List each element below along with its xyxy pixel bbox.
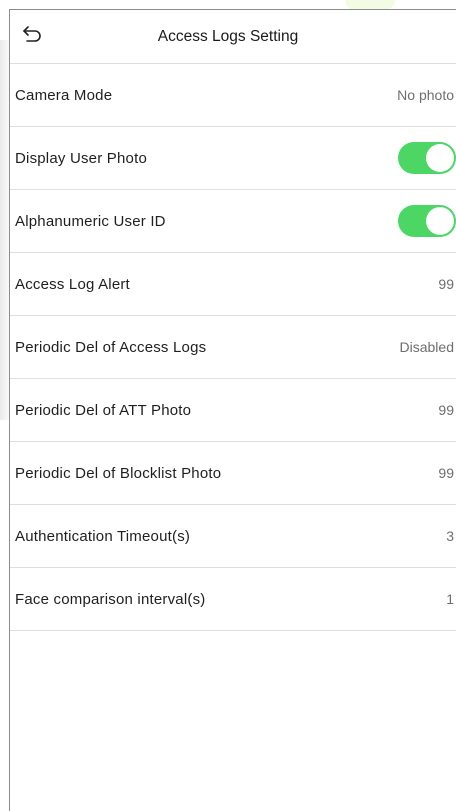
page-title: Access Logs Setting: [157, 28, 299, 45]
toggle-switch[interactable]: [398, 205, 456, 237]
setting-value: 1: [446, 591, 454, 607]
toggle-knob: [426, 207, 454, 235]
setting-row[interactable]: Periodic Del of Blocklist Photo 99: [10, 442, 456, 505]
setting-row[interactable]: Access Log Alert 99: [10, 253, 456, 316]
settings-list: Camera Mode No photo Display User Photo Alp…: [10, 64, 456, 631]
setting-value: 99: [438, 276, 454, 292]
setting-label: Periodic Del of Access Logs: [15, 338, 207, 356]
setting-row[interactable]: Periodic Del of Access Logs Disabled: [10, 316, 456, 379]
setting-value: Disabled: [399, 339, 454, 355]
setting-value: 99: [438, 465, 454, 481]
toggle-switch[interactable]: [398, 142, 456, 174]
setting-row[interactable]: Alphanumeric User ID: [10, 190, 456, 253]
setting-value: No photo: [397, 87, 454, 103]
setting-label: Camera Mode: [15, 86, 113, 104]
setting-label: Periodic Del of ATT Photo: [15, 401, 192, 419]
setting-row[interactable]: Display User Photo: [10, 127, 456, 190]
setting-label: Display User Photo: [15, 149, 147, 167]
setting-value: 99: [438, 402, 454, 418]
setting-label: Periodic Del of Blocklist Photo: [15, 464, 222, 482]
setting-label: Authentication Timeout(s): [15, 527, 191, 545]
setting-row[interactable]: Periodic Del of ATT Photo 99: [10, 379, 456, 442]
setting-value: 3: [446, 528, 454, 544]
setting-row[interactable]: Authentication Timeout(s) 3: [10, 505, 456, 568]
setting-label: Face comparison interval(s): [15, 590, 206, 608]
device-screen: Access Logs Setting Camera Mode No photo D…: [9, 9, 456, 811]
setting-label: Alphanumeric User ID: [15, 212, 166, 230]
header-bar: Access Logs Setting: [10, 10, 456, 64]
setting-row[interactable]: Camera Mode No photo: [10, 64, 456, 127]
page: Access Logs Setting Camera Mode No photo D…: [0, 0, 456, 811]
toggle-knob: [426, 144, 454, 172]
setting-label: Access Log Alert: [15, 275, 130, 293]
setting-row[interactable]: Face comparison interval(s) 1: [10, 568, 456, 631]
